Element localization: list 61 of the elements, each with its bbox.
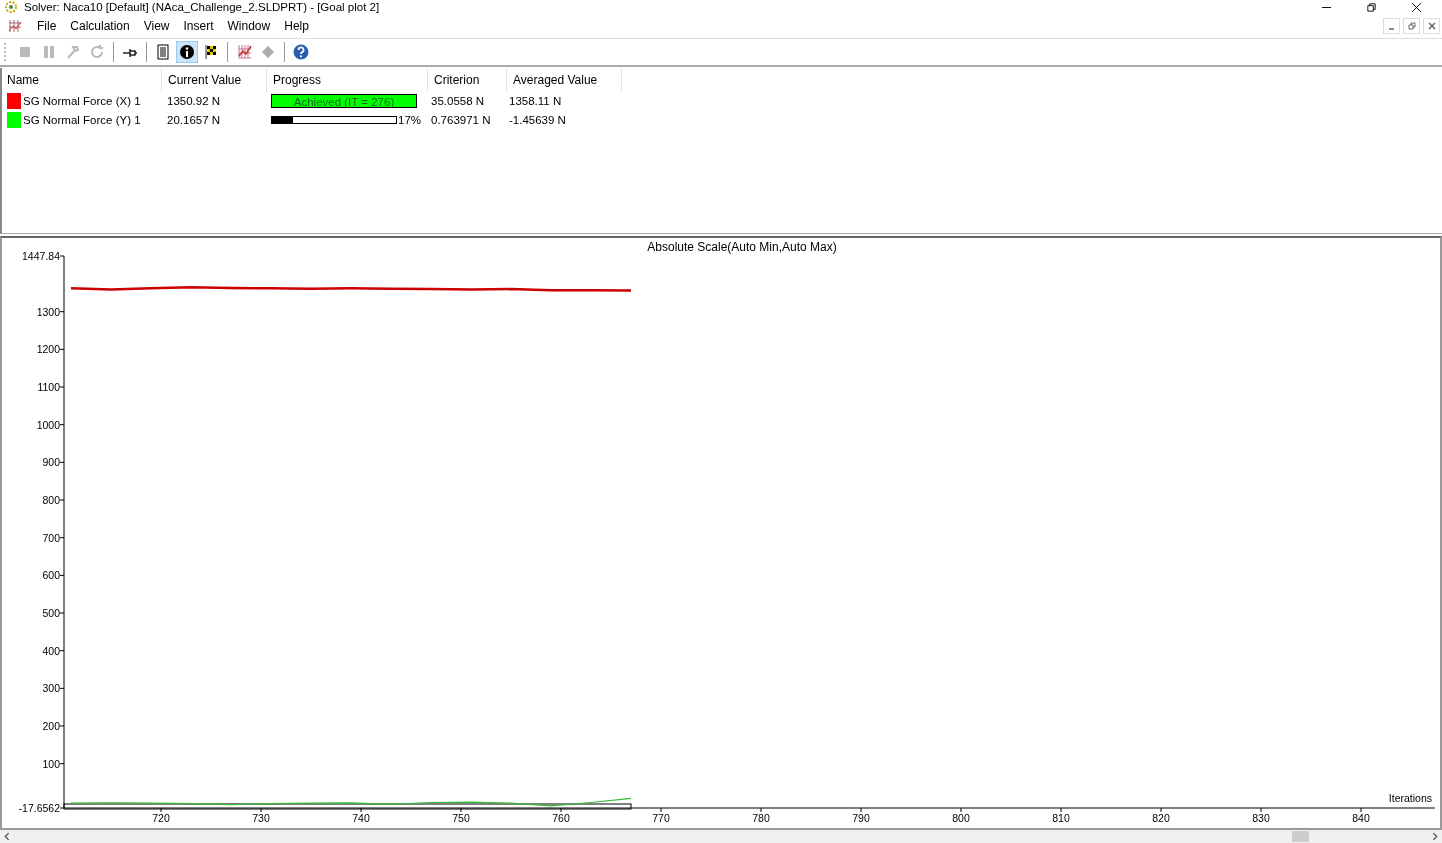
scrollbar-thumb[interactable] [1292,831,1309,843]
menu-item[interactable]: View [136,18,177,33]
y-tick-label: 1100 [37,381,60,394]
y-tick-label: 700 [42,531,60,544]
table-cell-text: 35.0558 N [430,95,486,108]
table-cell-text: 1358.11 N [508,95,563,108]
x-tick-label: 780 [752,812,770,825]
x-tick-label: 760 [552,812,570,825]
y-tick-label: 400 [42,644,60,657]
x-tick-label: 840 [1352,812,1370,825]
x-tick-label: 790 [852,812,870,825]
y-tick-label: 900 [42,456,60,469]
y-tick-label: 100 [42,757,60,770]
x-tick-label: 800 [952,812,970,825]
column-header[interactable]: Current Value [162,67,267,92]
y-tick-label: 600 [42,569,60,582]
y-tick-label: 1000 [36,418,60,431]
achieved-status: Achieved (IT = 276) [271,94,417,109]
menu-item[interactable]: Help [277,18,316,33]
x-tick-label: 720 [152,812,170,825]
close-icon[interactable] [1411,1,1422,13]
menu-item[interactable]: Window [220,18,278,33]
table-cell-text: 20.1657 N [166,114,222,127]
x-tick-label: 810 [1052,812,1070,825]
progress-reading: 17% [398,114,422,127]
x-tick-label: 820 [1152,812,1170,825]
column-header[interactable]: Progress [267,67,428,92]
goal-name: SG Normal Force (Y) 1 [23,114,141,127]
column-header[interactable]: Name [2,67,162,92]
x-tick-label: 750 [452,812,470,825]
y-tick-label: 300 [42,682,60,695]
horizontal-scrollbar[interactable] [0,830,1442,843]
y-tick-label: -17.6562 [18,802,60,815]
x-tick-label: 740 [352,812,370,825]
y-tick-label: 500 [42,607,60,620]
x-tick-label: 830 [1252,812,1270,825]
y-tick-label: 1200 [36,343,60,356]
column-header[interactable]: Averaged Value [507,67,622,92]
y-tick-label: 1300 [36,305,60,318]
y-tick-label: 800 [42,494,60,507]
table-cell-text: 0.763971 N [430,114,492,127]
menu-item[interactable]: Calculation [63,18,137,33]
menu-item[interactable]: Insert [176,18,221,33]
x-tick-label: 730 [252,812,270,825]
app-icon [4,0,18,14]
y-tick-label: 200 [42,720,60,733]
y-tick-label: 1447.84 [22,250,60,263]
chart-title: Absolute Scale(Auto Min,Auto Max) [647,240,837,255]
column-header[interactable]: Criterion [428,67,507,92]
table-cell-text: -1.45639 N [508,114,567,127]
info-icon[interactable] [176,40,198,63]
chart-grid-icon [8,18,22,33]
x-tick-label: 770 [652,812,670,825]
x-axis-label: Iterations [1388,792,1432,805]
restore-icon[interactable] [1366,1,1377,13]
table-cell-text: 1350.92 N [166,95,222,108]
menu-item[interactable]: File [30,18,64,33]
scroll-left-icon[interactable] [3,832,12,842]
goal-name: SG Normal Force (X) 1 [23,95,141,108]
window-title: Solver: Naca10 [Default] (NAca_Challenge_2.SLDPRT) - [Goal plot 2] [24,1,380,13]
scroll-right-icon[interactable] [1430,832,1439,842]
